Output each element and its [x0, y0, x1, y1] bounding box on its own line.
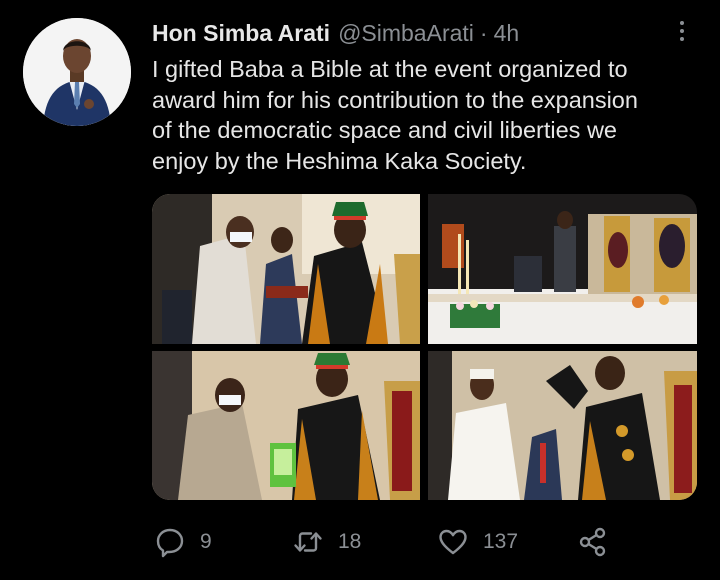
avatar-photo: [23, 18, 131, 126]
photo-3[interactable]: [152, 351, 420, 500]
reply-count: 9: [200, 530, 212, 553]
author-avatar[interactable]: [23, 18, 131, 126]
media-grid: [152, 194, 697, 500]
share-button[interactable]: [577, 522, 609, 562]
photo-2[interactable]: [428, 194, 697, 344]
tweet-text-line: I gifted Baba a Bible at the event organ…: [152, 56, 628, 82]
separator-dot: ·: [479, 19, 488, 46]
retweet-count: 18: [338, 530, 362, 553]
reply-icon: [156, 528, 184, 558]
reply-button[interactable]: 9: [154, 522, 212, 562]
like-button[interactable]: 137: [437, 522, 518, 562]
like-count: 137: [483, 530, 519, 553]
retweet-icon: [294, 532, 322, 552]
retweet-button[interactable]: 18: [292, 522, 361, 562]
more-dot: [680, 29, 684, 33]
author-name[interactable]: Hon Simba Arati: [152, 20, 330, 47]
author-handle[interactable]: @SimbaArati: [338, 20, 474, 47]
more-options-icon[interactable]: [672, 16, 692, 46]
share-icon: [579, 527, 606, 557]
tweet-header: Hon Simba Arati @SimbaArati · 4h: [152, 18, 519, 48]
tweet-text-line: enjoy by the Heshima Kaka Society.: [152, 147, 527, 174]
tweet-text: I gifted Baba a Bible at the event organ…: [152, 54, 692, 176]
photo-1[interactable]: [152, 194, 420, 344]
photo-4[interactable]: [428, 351, 697, 500]
tweet-text-line: of the democratic space and civil libert…: [152, 117, 617, 143]
tweet-actions: 9 18 137: [152, 522, 622, 562]
tweet-timestamp[interactable]: 4h: [494, 20, 520, 47]
more-dot: [680, 21, 684, 25]
tweet-text-line: award him for his contribution to the ex…: [152, 86, 638, 113]
heart-icon: [439, 529, 467, 555]
more-dot: [680, 37, 684, 41]
